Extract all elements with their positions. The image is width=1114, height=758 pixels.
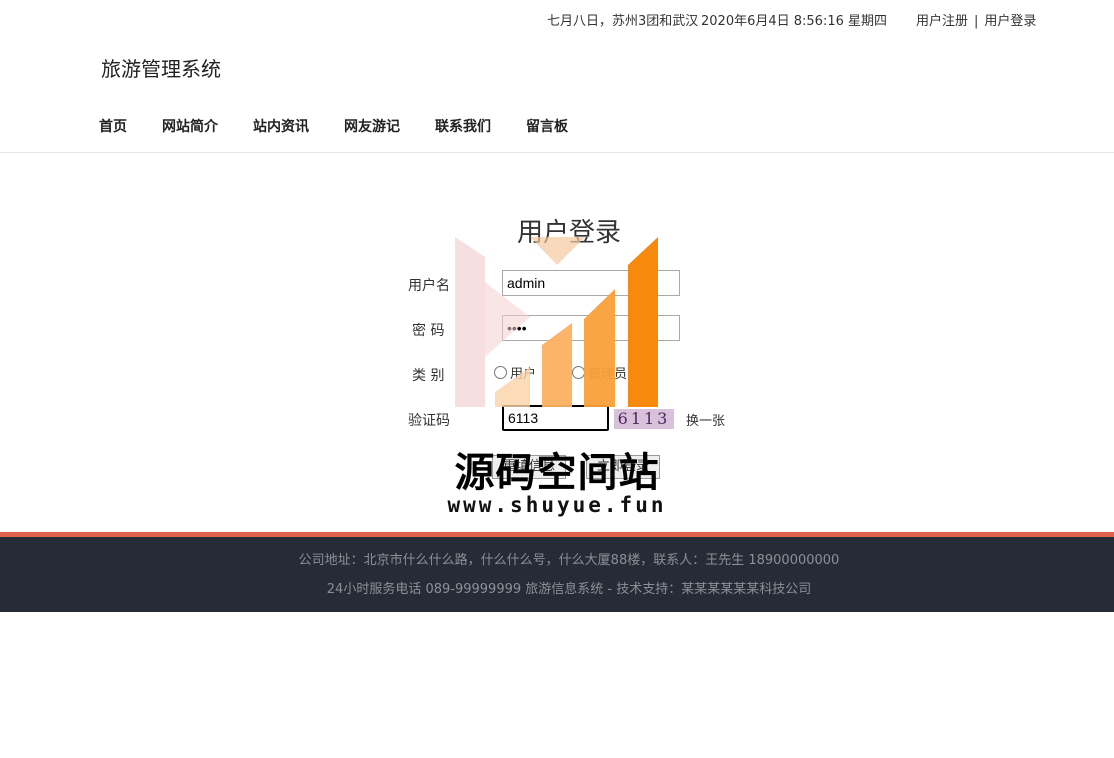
- type-radio-group: 用户 管理员: [494, 363, 641, 382]
- user-links: 用户注册 | 用户登录: [916, 10, 1036, 29]
- main-nav: 首页 网站简介 站内资讯 网友游记 联系我们 留言板: [99, 116, 568, 136]
- nav-news[interactable]: 站内资讯: [253, 116, 309, 136]
- top-bar: 七月八日，苏州3团和武汉 2020年6月4日 8:56:16 星期四 用户注册 |…: [0, 10, 1114, 30]
- type-label: 类 别: [412, 368, 445, 384]
- register-link[interactable]: 用户注册: [916, 14, 968, 29]
- footer-contact: 24小时服务电话 089-99999999 旅游信息系统 - 技术支持：某某某某…: [326, 582, 812, 597]
- type-option-user-label: 用户: [510, 367, 537, 382]
- radio-admin[interactable]: [572, 366, 586, 379]
- news-marquee[interactable]: 七月八日，苏州3团和武汉: [547, 10, 700, 29]
- login-link[interactable]: 用户登录: [984, 14, 1036, 29]
- header-divider: [0, 152, 1114, 153]
- captcha-input[interactable]: [502, 405, 609, 431]
- refresh-captcha-link[interactable]: 换一张: [686, 410, 725, 429]
- password-label: 密 码: [412, 323, 445, 339]
- watermark-url: www.shuyue.fun: [447, 493, 667, 517]
- username-input[interactable]: [502, 270, 680, 296]
- reset-button[interactable]: 重填信息: [492, 455, 567, 479]
- captcha-image[interactable]: 6113: [614, 409, 674, 429]
- type-option-admin[interactable]: 管理员: [572, 363, 627, 382]
- link-separator: |: [974, 14, 979, 29]
- login-title: 用户登录: [516, 218, 621, 248]
- nav-home[interactable]: 首页: [99, 116, 127, 136]
- captcha-label: 验证码: [408, 413, 450, 429]
- site-logo[interactable]: 旅游管理系统: [101, 53, 221, 82]
- nav-travelogue[interactable]: 网友游记: [344, 116, 400, 136]
- password-input[interactable]: ••••: [502, 315, 680, 341]
- type-option-user[interactable]: 用户: [494, 363, 536, 382]
- footer-address: 公司地址：北京市什么什么路，什么什么号，什么大厦88楼，联系人：王先生 1890…: [298, 553, 840, 568]
- footer: 公司地址：北京市什么什么路，什么什么号，什么大厦88楼，联系人：王先生 1890…: [0, 537, 1114, 612]
- date-clock: 2020年6月4日 8:56:16 星期四: [701, 14, 888, 29]
- login-button[interactable]: 立即登录: [586, 455, 661, 479]
- nav-contact[interactable]: 联系我们: [435, 116, 491, 136]
- nav-guestbook[interactable]: 留言板: [526, 116, 568, 136]
- radio-user[interactable]: [494, 366, 507, 379]
- nav-about[interactable]: 网站简介: [162, 116, 218, 136]
- username-label: 用户名: [408, 278, 450, 294]
- type-option-admin-label: 管理员: [588, 367, 628, 382]
